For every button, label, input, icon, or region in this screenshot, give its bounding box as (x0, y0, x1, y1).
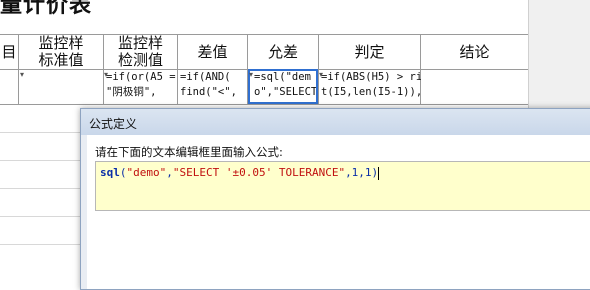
dialog-title: 公式定义 (89, 117, 138, 131)
formula-arg-db: "demo" (126, 166, 167, 179)
header-detected-value[interactable]: 监控样 检测值 (104, 35, 177, 69)
dialog-prompt: 请在下面的文本编辑框里面输入公式: (95, 145, 283, 159)
formula-open-paren: ( (119, 166, 127, 179)
formula-args-rest: ,1,1) (345, 166, 379, 179)
formula-arg-sql: "SELECT '±0.05' TOLERANCE" (172, 166, 346, 179)
formula-text[interactable]: sql("demo","SELECT '±0.05' TOLERANCE",1,… (100, 166, 380, 180)
header-standard-value[interactable]: 监控样 标准值 (19, 35, 103, 69)
dialog-body: 请在下面的文本编辑框里面输入公式: sql("demo","SELECT '±0… (87, 135, 590, 289)
cell-judgment-formula[interactable]: =if(ABS(H5) > righ t(I5,len(I5-1)), (319, 70, 421, 104)
cell-marker-icon: ▾ (249, 70, 254, 79)
cell-marker-icon: ▾ (104, 70, 109, 79)
cell-detected-formula[interactable]: =if(or(A5 = "阴极铜", (104, 70, 178, 104)
dialog-titlebar[interactable]: 公式定义 (81, 109, 590, 135)
formula-dialog: 公式定义 请在下面的文本编辑框里面输入公式: sql("demo","SELEC… (80, 108, 590, 290)
grid-line (0, 188, 80, 189)
formula-editor[interactable]: sql("demo","SELECT '±0.05' TOLERANCE",1,… (95, 161, 590, 211)
grid-line (0, 104, 528, 105)
header-tolerance[interactable]: 允差 (248, 35, 318, 69)
formula-comma: , (166, 166, 173, 179)
grid-line (0, 132, 80, 133)
cell-marker-icon: ▾ (20, 70, 25, 79)
grid-line (0, 160, 80, 161)
formula-function: sql (100, 166, 120, 179)
text-caret (378, 166, 380, 180)
grid-line (0, 216, 80, 217)
header-judgment[interactable]: 判定 (319, 35, 420, 69)
cell-marker-icon: ▾ (319, 70, 324, 79)
header-conclusion[interactable]: 结论 (421, 35, 528, 69)
cell-difference-formula[interactable]: =if(AND( find("<", (178, 70, 248, 104)
sheet-title: 量计价表 (0, 0, 93, 18)
header-item[interactable]: 目 (0, 35, 18, 69)
header-difference[interactable]: 差值 (178, 35, 247, 69)
grid-line (0, 244, 80, 245)
selected-cell-outline (248, 69, 318, 104)
